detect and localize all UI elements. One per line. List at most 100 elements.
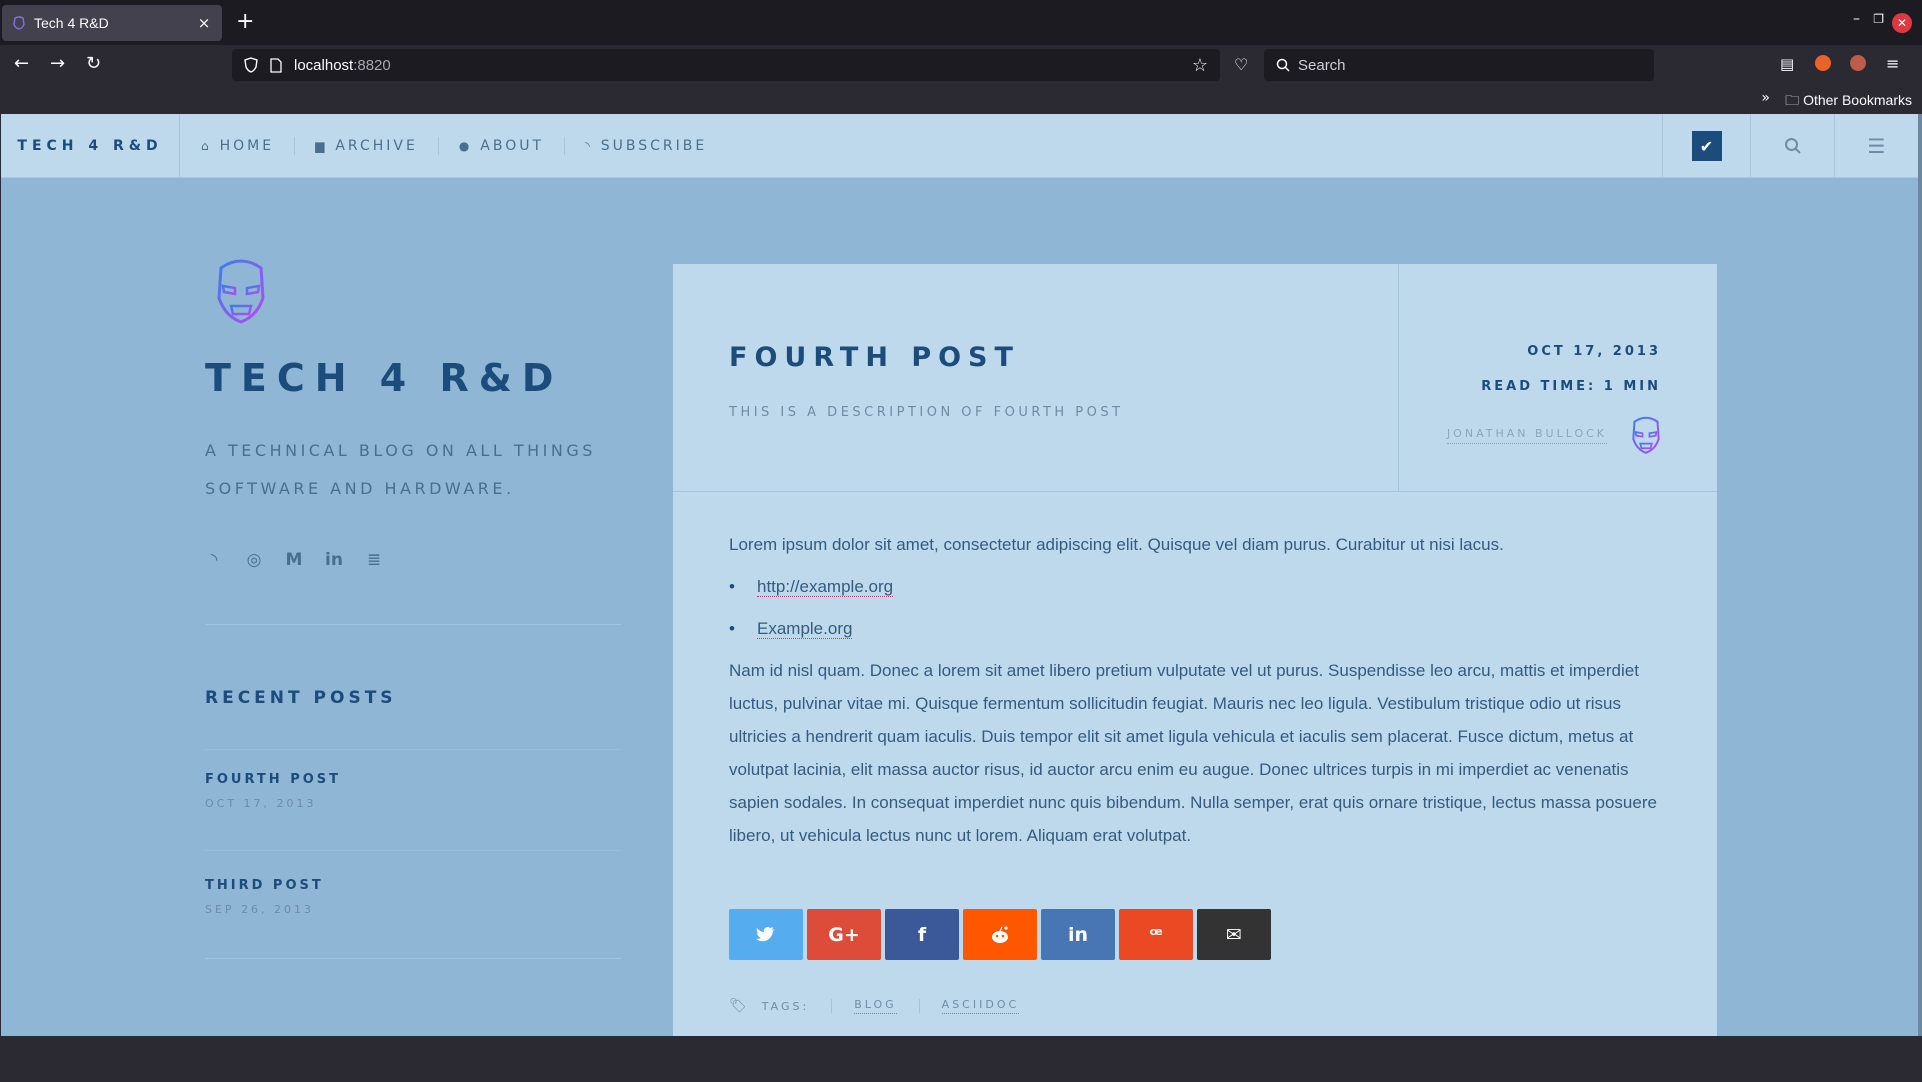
linkedin-icon: in: [1067, 923, 1089, 946]
share-reddit-button[interactable]: [963, 909, 1037, 960]
bookmarks-bar: » 🗀 Other Bookmarks: [0, 85, 1922, 114]
favicon-icon: [13, 16, 25, 30]
recent-posts-title: RECENT POSTS: [205, 688, 397, 708]
github-icon[interactable]: ◎: [245, 550, 263, 570]
example-link[interactable]: Example.org: [757, 619, 853, 639]
list-item: Example.org: [729, 612, 1669, 645]
scrollbar[interactable]: [1918, 114, 1922, 1036]
nav-about-label: ABOUT: [480, 138, 545, 154]
folder-icon: 🗀: [1785, 92, 1804, 108]
recent-post-title[interactable]: FOURTH POST: [205, 772, 341, 787]
tab-title: Tech 4 R&D: [34, 15, 109, 31]
article-card: FOURTH POST THIS IS A DESCRIPTION OF FOU…: [673, 264, 1717, 1036]
hamburger-icon: ☰: [1867, 134, 1886, 158]
article-header: FOURTH POST THIS IS A DESCRIPTION OF FOU…: [673, 264, 1717, 492]
author-avatar-icon: [1632, 416, 1660, 454]
divider: [918, 999, 920, 1013]
article-meta: OCT 17, 2013 READ TIME: 1 MIN: [1481, 344, 1661, 394]
tag-link[interactable]: ASCIIDOC: [941, 998, 1020, 1014]
google-plus-icon: G+: [828, 923, 860, 946]
article-date: OCT 17, 2013: [1527, 344, 1661, 359]
article-header-main: FOURTH POST THIS IS A DESCRIPTION OF FOU…: [673, 264, 1399, 492]
tag-link[interactable]: BLOG: [854, 998, 897, 1014]
share-google-plus-button[interactable]: G+: [807, 909, 881, 960]
menu-button[interactable]: ☰: [1834, 114, 1918, 178]
shield-icon[interactable]: [244, 57, 258, 73]
theme-toggle[interactable]: ✔: [1662, 114, 1750, 178]
recent-post-item[interactable]: THIRD POST SEP 26, 2013: [205, 878, 324, 916]
page-icon: [270, 57, 282, 73]
site-title[interactable]: TECH 4 R&D: [205, 356, 563, 400]
account-icon[interactable]: [1850, 55, 1866, 71]
pocket-icon[interactable]: ♡: [1234, 55, 1248, 74]
site-brand[interactable]: TECH 4 R&D: [1, 114, 180, 178]
rss-icon[interactable]: ◝: [205, 550, 223, 570]
search-placeholder: Search: [1298, 56, 1346, 74]
window-bottom: [0, 1036, 1922, 1082]
nav-home[interactable]: ⌂ HOME: [181, 137, 296, 155]
search-button[interactable]: [1750, 114, 1834, 178]
restore-icon[interactable]: ❐: [1873, 12, 1884, 26]
web-page: TECH 4 R&D ⌂ HOME ▆ ARCHIVE ● ABOUT ◝ SU…: [1, 114, 1918, 1036]
share-facebook-button[interactable]: f: [885, 909, 959, 960]
recent-post-item[interactable]: FOURTH POST OCT 17, 2013: [205, 772, 341, 810]
tags-icon: 🏷: [729, 998, 750, 1014]
stackoverflow-icon[interactable]: ≣: [365, 550, 383, 570]
example-link[interactable]: http://example.org: [757, 577, 894, 597]
tab-bar: Tech 4 R&D × + – ❐ ✕: [0, 0, 1922, 45]
menu-icon[interactable]: ≡: [1886, 54, 1899, 73]
check-icon: ✔: [1691, 131, 1722, 161]
minimize-icon[interactable]: –: [1853, 11, 1860, 27]
site-navigation: TECH 4 R&D ⌂ HOME ▆ ARCHIVE ● ABOUT ◝ SU…: [1, 114, 1918, 178]
home-icon: ⌂: [201, 139, 212, 153]
extension-icon[interactable]: [1815, 55, 1831, 71]
link-list: http://example.org Example.org: [729, 570, 1669, 645]
site-description: A TECHNICAL BLOG ON ALL THINGS SOFTWARE …: [205, 441, 596, 498]
share-buttons: G+ f in ꟹ ✉: [729, 909, 1271, 960]
other-bookmarks[interactable]: 🗀 Other Bookmarks: [1785, 90, 1912, 114]
divider: [205, 749, 621, 750]
recent-post-date: SEP 26, 2013: [205, 903, 315, 916]
list-item: http://example.org: [729, 570, 1669, 603]
reload-icon[interactable]: ↻: [86, 53, 101, 74]
divider: [205, 850, 621, 851]
browser-chrome: Tech 4 R&D × + – ❐ ✕ ← → ↻ localhost :88…: [0, 0, 1922, 114]
nav-subscribe-label: SUBSCRIBE: [600, 138, 708, 154]
browser-tab[interactable]: Tech 4 R&D ×: [2, 5, 222, 41]
nav-links: ⌂ HOME ▆ ARCHIVE ● ABOUT ◝ SUBSCRIBE: [181, 114, 727, 178]
linkedin-icon[interactable]: in: [325, 550, 343, 570]
nav-home-label: HOME: [219, 138, 275, 154]
divider: [205, 958, 621, 959]
close-window-icon[interactable]: ✕: [1892, 13, 1912, 33]
tab-close-icon[interactable]: ×: [196, 14, 212, 32]
url-host: localhost: [294, 56, 354, 74]
share-twitter-button[interactable]: [729, 909, 803, 960]
search-bar[interactable]: Search: [1264, 49, 1654, 81]
facebook-icon: f: [917, 923, 927, 946]
forward-icon[interactable]: →: [50, 53, 65, 74]
medium-icon[interactable]: M: [285, 550, 303, 570]
nav-about[interactable]: ● ABOUT: [439, 137, 566, 155]
share-linkedin-button[interactable]: in: [1041, 909, 1115, 960]
search-icon: [1784, 138, 1801, 154]
nav-subscribe[interactable]: ◝ SUBSCRIBE: [565, 137, 727, 155]
bookmark-star-icon[interactable]: ☆: [1192, 55, 1208, 76]
recent-post-title[interactable]: THIRD POST: [205, 878, 324, 893]
reader-icon[interactable]: ▤: [1780, 55, 1794, 73]
share-stumbleupon-button[interactable]: ꟹ: [1119, 909, 1193, 960]
nav-archive[interactable]: ▆ ARCHIVE: [295, 137, 439, 155]
new-tab-button[interactable]: +: [236, 10, 254, 34]
share-email-button[interactable]: ✉: [1197, 909, 1271, 960]
other-bookmarks-label: Other Bookmarks: [1803, 92, 1912, 108]
stumbleupon-icon: ꟹ: [1149, 923, 1163, 946]
url-bar[interactable]: localhost :8820 ☆: [232, 49, 1220, 81]
read-time: READ TIME: 1 MIN: [1481, 379, 1661, 394]
back-icon[interactable]: ←: [14, 53, 29, 74]
user-icon: ●: [458, 139, 473, 153]
article-intro: Lorem ipsum dolor sit amet, consectetur …: [729, 535, 1504, 554]
author-name[interactable]: JONATHAN BULLOCK: [1446, 427, 1607, 444]
chevron-right-icon[interactable]: »: [1761, 90, 1770, 106]
social-links: ◝ ◎ M in ≣: [205, 550, 383, 570]
url-port: :8820: [353, 56, 391, 74]
nav-actions: ✔ ☰: [1662, 114, 1918, 178]
